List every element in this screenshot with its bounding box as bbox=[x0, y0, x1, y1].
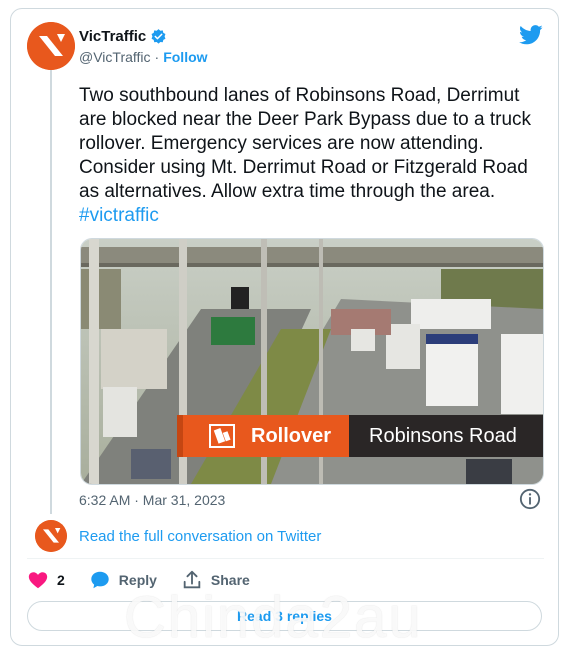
share-icon bbox=[183, 570, 201, 589]
tweet-image[interactable]: Rollover Robinsons Road bbox=[80, 238, 544, 485]
separator-dot: · bbox=[154, 49, 160, 65]
hashtag-link[interactable]: #victraffic bbox=[79, 205, 159, 226]
display-name[interactable]: VicTraffic bbox=[79, 28, 146, 45]
thread-line bbox=[50, 70, 52, 514]
twitter-bird-icon[interactable] bbox=[519, 24, 543, 46]
handle-row: @VicTraffic · Follow bbox=[79, 49, 208, 65]
tweet-text: Two southbound lanes of Robinsons Road, … bbox=[79, 84, 547, 228]
avatar-small[interactable] bbox=[35, 520, 67, 552]
like-button[interactable]: 2 bbox=[27, 569, 65, 591]
rollover-icon bbox=[209, 424, 235, 448]
tweet-body: Two southbound lanes of Robinsons Road, … bbox=[79, 85, 532, 202]
read-replies-button[interactable]: Read 3 replies bbox=[27, 601, 542, 631]
victraffic-logo bbox=[27, 22, 75, 70]
follow-button[interactable]: Follow bbox=[163, 49, 207, 65]
share-label: Share bbox=[210, 572, 250, 588]
avatar[interactable] bbox=[27, 22, 75, 70]
tweet-timestamp[interactable]: 6:32 AM · Mar 31, 2023 bbox=[79, 492, 225, 508]
divider bbox=[27, 558, 544, 559]
verified-badge-icon bbox=[151, 29, 166, 44]
handle[interactable]: @VicTraffic bbox=[79, 49, 151, 65]
location-label: Robinsons Road bbox=[369, 425, 517, 447]
reply-label: Reply bbox=[118, 572, 157, 588]
action-bar: 2 Reply Share bbox=[27, 568, 274, 592]
info-icon[interactable] bbox=[519, 488, 541, 510]
rollover-label: Rollover bbox=[251, 425, 332, 447]
share-button[interactable]: Share bbox=[181, 569, 250, 591]
heart-icon bbox=[28, 572, 48, 589]
read-conversation-link[interactable]: Read the full conversation on Twitter bbox=[79, 528, 321, 545]
like-count: 2 bbox=[57, 572, 65, 588]
victraffic-logo bbox=[35, 520, 67, 552]
reply-bubble-icon bbox=[91, 571, 109, 589]
author-name-row: VicTraffic bbox=[79, 28, 167, 45]
reply-button[interactable]: Reply bbox=[89, 569, 157, 591]
